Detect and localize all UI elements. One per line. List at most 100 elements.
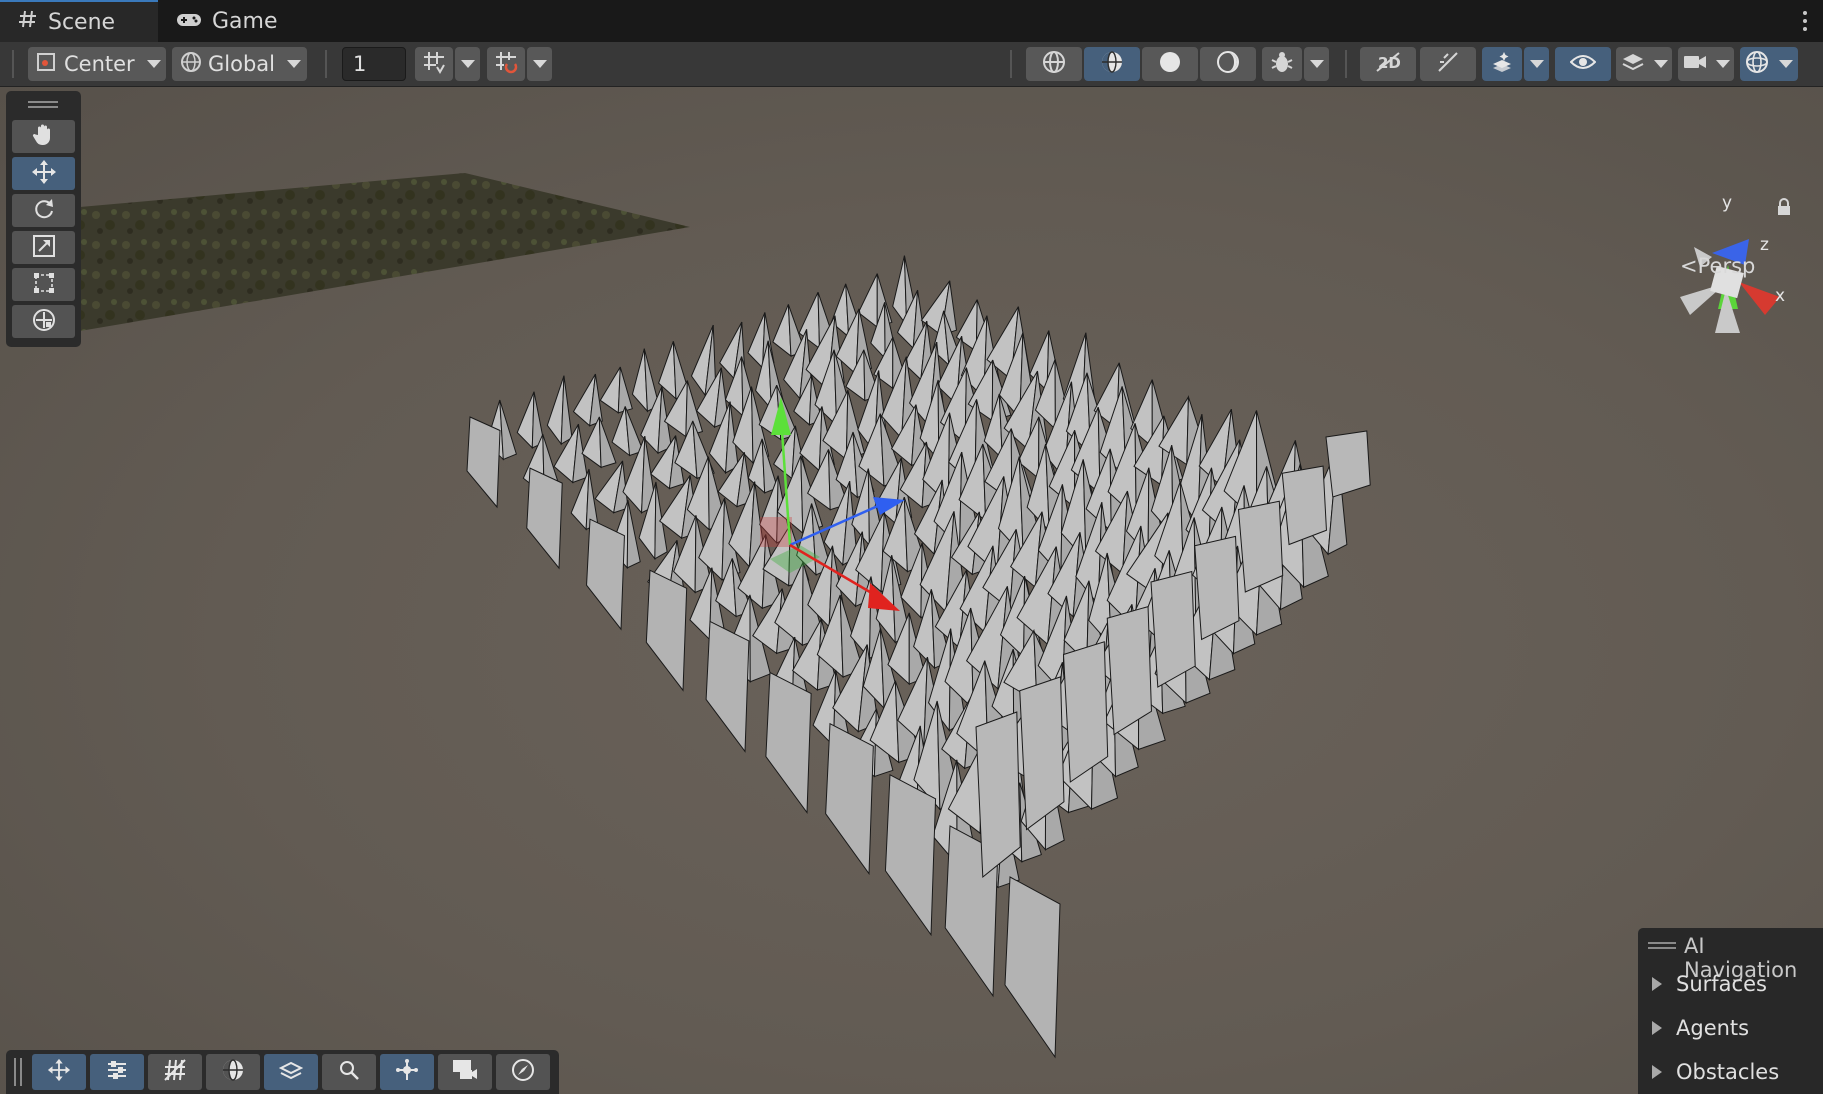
mesh-wall-panel [1237,500,1284,593]
mesh-spike-face [599,366,621,414]
layers-dropdown[interactable] [1616,47,1672,81]
search-button[interactable] [322,1054,376,1090]
grid-size-input[interactable]: 1 [342,47,406,81]
pivot-space-label: Global [208,52,275,76]
grid-snap-button[interactable] [415,47,453,81]
shading-sphere-button[interactable] [206,1054,260,1090]
settings-sliders-button[interactable] [90,1054,144,1090]
lock-icon[interactable] [1778,198,1790,215]
obstacles-label: Obstacles [1676,1060,1780,1084]
unlit-shading-button[interactable] [1200,47,1256,81]
scene-geometry: y z x [80,173,1790,1059]
tab-scene[interactable]: Scene [0,0,158,42]
ai-navigation-overlay: AI Navigation Surfaces Agents Obstacles [1638,928,1823,1094]
shaded-wireframe-button[interactable] [1084,47,1140,81]
scale-tool-button[interactable] [12,231,75,264]
spiky-mesh-object[interactable] [466,255,1371,1059]
toolbar-separator [325,50,327,78]
chevron-right-icon [1652,977,1662,991]
grid-snap-dropdown[interactable] [455,47,480,81]
tools-overlay [6,91,81,347]
grid-hash-icon [163,1058,187,1086]
gizmo-x-cone[interactable] [1739,282,1780,315]
gizmo-x-label: x [1775,286,1785,306]
mesh-wall-panel [645,569,688,692]
compass-icon [511,1058,535,1086]
more-options-icon[interactable] [1795,6,1815,36]
move-arrows-icon [47,1058,71,1086]
agent-nodes-button[interactable] [380,1054,434,1090]
chevron-left-icon: < [1680,254,1698,278]
wireframe-shading-button[interactable] [1026,47,1082,81]
increment-snap-button[interactable] [487,47,525,81]
mesh-spike-face [626,500,641,569]
agents-foldout[interactable]: Agents [1652,1016,1749,1040]
transform-tool-button[interactable] [12,305,75,338]
overlay-drag-handle[interactable] [28,101,58,103]
debug-draw-mode-button[interactable] [1262,47,1302,81]
toggle-2d-button[interactable]: 2D [1360,47,1416,81]
mesh-wall-panel [705,620,750,753]
nodes-icon [395,1058,419,1086]
chevron-down-icon [1309,60,1324,68]
hand-icon [32,123,56,151]
sliders-icon [105,1058,129,1086]
rotate-tool-button[interactable] [12,194,75,227]
surfaces-foldout[interactable]: Surfaces [1652,972,1767,996]
mesh-wall-panel [975,711,1021,879]
chevron-right-icon [1652,1021,1662,1035]
tab-game[interactable]: Game [170,0,278,42]
scene-camera-dropdown[interactable] [1678,47,1734,81]
rect-tool-button[interactable] [12,268,75,301]
scene-camera-button[interactable] [438,1054,492,1090]
overlay-drag-handle[interactable] [14,1058,16,1086]
toolbar-handle[interactable] [12,50,14,78]
gizmos-globe-icon [1745,50,1769,79]
hand-tool-button[interactable] [12,120,75,153]
scene-effects-dropdown[interactable] [1524,47,1549,81]
chevron-down-icon [1653,60,1668,68]
chevron-down-icon [1529,60,1544,68]
pivot-mode-label: Center [64,52,135,76]
unlit-sphere-icon [1216,50,1240,79]
grid-hash-icon [18,9,38,35]
mesh-wall-panel [825,722,874,876]
debug-draw-mode-dropdown[interactable] [1304,47,1329,81]
scene-lighting-button[interactable] [1420,47,1476,81]
chevron-down-icon [1779,60,1793,68]
bug-icon [1270,50,1294,79]
chevron-down-icon [532,60,547,68]
chevron-down-icon [287,60,301,68]
mesh-wall-panel [1019,676,1065,831]
scene-effects-button[interactable] [1482,47,1522,81]
bottom-overlay-toolbar [6,1050,559,1094]
pivot-space-dropdown[interactable]: Global [172,47,307,81]
layer-stack-icon [278,1058,304,1086]
surface-layers-button[interactable] [264,1054,318,1090]
navmesh-move-button[interactable] [32,1054,86,1090]
mesh-spike-face [747,312,766,370]
rotate-icon [32,197,56,225]
terrain-plane[interactable] [80,173,690,331]
shaded-button[interactable] [1142,47,1198,81]
compass-button[interactable] [496,1054,550,1090]
wireframe-sphere-icon [1042,50,1066,79]
pivot-center-icon [36,52,56,77]
mesh-spike-face [516,391,535,450]
gamepad-icon [176,9,202,34]
mesh-wall-panel [1325,430,1371,498]
scene-viewport[interactable]: y z x [0,87,1823,1094]
grid-toggle-button[interactable] [148,1054,202,1090]
obstacles-foldout[interactable]: Obstacles [1652,1060,1779,1084]
increment-snap-dropdown[interactable] [527,47,552,81]
overlay-drag-handle[interactable] [1648,942,1676,944]
projection-toggle[interactable]: <Persp [1680,254,1755,278]
increment-snap-icon [494,50,518,79]
shaded-sphere-icon [1158,50,1182,79]
gizmos-dropdown[interactable] [1740,47,1798,81]
pivot-mode-dropdown[interactable]: Center [28,47,166,81]
toolbar-separator [1010,50,1012,78]
toggle-2d-icon: 2D [1375,51,1401,78]
move-tool-button[interactable] [12,157,75,190]
scene-visibility-button[interactable] [1555,47,1611,81]
